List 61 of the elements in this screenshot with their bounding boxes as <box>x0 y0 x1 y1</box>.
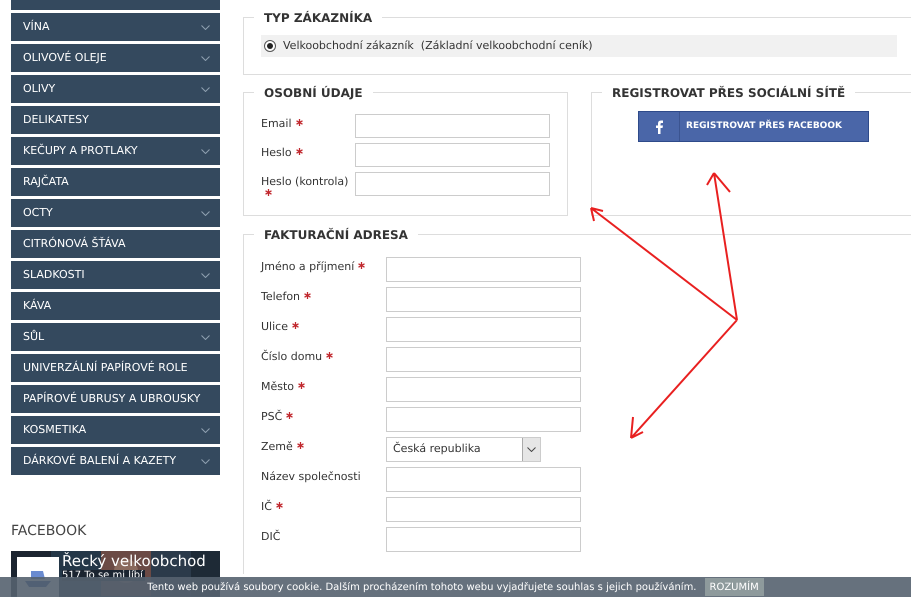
menu-item[interactable]: DÁRKOVÉ BALENÍ A KAZETY <box>11 447 220 475</box>
input-field[interactable] <box>386 407 581 432</box>
menu-item[interactable]: CITRÓNOVÁ ŠŤÁVA <box>11 230 220 258</box>
menu-item[interactable]: UNIVERZÁLNÍ PAPÍROVÉ ROLE <box>11 354 220 382</box>
menu-item[interactable]: VÍNA <box>11 13 220 41</box>
chevron-icon <box>201 458 210 464</box>
input-field[interactable] <box>355 172 550 196</box>
input-field[interactable] <box>386 287 581 312</box>
field-label: DIČ <box>261 528 282 543</box>
field-label: Email <box>261 114 355 130</box>
menu-item[interactable]: SŮL <box>11 323 220 351</box>
input-field[interactable] <box>386 497 581 522</box>
field-label: Město <box>261 377 386 393</box>
field-label: Název společnosti <box>261 469 362 483</box>
chevron-icon <box>201 210 210 216</box>
field-label: Země <box>261 437 386 453</box>
field-label: Číslo domu <box>261 347 386 363</box>
input-field[interactable] <box>386 257 581 282</box>
cookie-notice: Tento web používá soubory cookie. Dalším procházením tohoto webu vyjadřujete souhlas s jejich používáním. <box>147 580 696 594</box>
input-field[interactable] <box>355 143 550 167</box>
field-label: Heslo (kontrola) <box>261 172 355 200</box>
field-label: Ulice <box>261 317 386 333</box>
page-name-link[interactable]: Řecký velkoobchod <box>62 552 206 570</box>
menu-item[interactable]: PAPÍROVÉ UBRUSY A UBROUSKY <box>11 385 220 413</box>
radio-button[interactable] <box>264 40 276 52</box>
chevron-icon <box>201 56 210 60</box>
menu-item[interactable]: OLIVOVÉ OLEJE <box>11 44 220 72</box>
menu-item[interactable]: KOSMETIKA <box>11 416 220 444</box>
input-field[interactable] <box>386 377 581 402</box>
menu-item[interactable] <box>11 0 220 10</box>
chevron-icon <box>201 428 210 432</box>
field-label: IČ <box>261 497 386 513</box>
menu-item[interactable]: OCTY <box>11 199 220 227</box>
field-label: PSČ <box>261 407 386 423</box>
input-field[interactable] <box>386 467 581 492</box>
menu-item[interactable]: RAJČATA <box>11 168 220 196</box>
field-label: Heslo <box>261 143 355 159</box>
menu-item[interactable]: KEČUPY A PROTLAKY <box>11 137 220 165</box>
chevron-icon <box>201 24 210 30</box>
facebook-register-button[interactable]: REGISTROVAT PŘES FACEBOOK <box>638 111 869 142</box>
chevron-icon <box>201 86 210 92</box>
section-heading: FACEBOOK <box>11 522 88 541</box>
menu-item[interactable]: DELIKATESY <box>11 106 220 134</box>
country-select[interactable]: Česká republika <box>386 437 541 462</box>
chevron-icon <box>201 272 210 278</box>
input-field[interactable] <box>355 114 550 138</box>
menu-item[interactable]: OLIVY <box>11 75 220 103</box>
field-label: Jméno a příjmení <box>261 257 386 273</box>
menu-item[interactable]: KÁVA <box>11 292 220 320</box>
facebook-icon <box>656 120 662 134</box>
chevron-icon <box>201 334 210 340</box>
option-note: (Základní velkoobchodní ceník) <box>420 38 593 54</box>
radio-option[interactable]: Velkoobchodní zákazník (Základní velkoobchodní ceník) <box>261 35 897 57</box>
input-field[interactable] <box>386 317 581 342</box>
input-field[interactable] <box>386 527 581 552</box>
menu-item[interactable]: SLADKOSTI <box>11 261 220 289</box>
fieldset-legend: OSOBNÍ ÚDAJE <box>254 84 373 102</box>
input-field[interactable] <box>386 347 581 372</box>
field-label: Telefon <box>261 287 386 303</box>
chevron-icon <box>201 148 210 154</box>
option-label: Velkoobchodní zákazník <box>283 38 414 54</box>
